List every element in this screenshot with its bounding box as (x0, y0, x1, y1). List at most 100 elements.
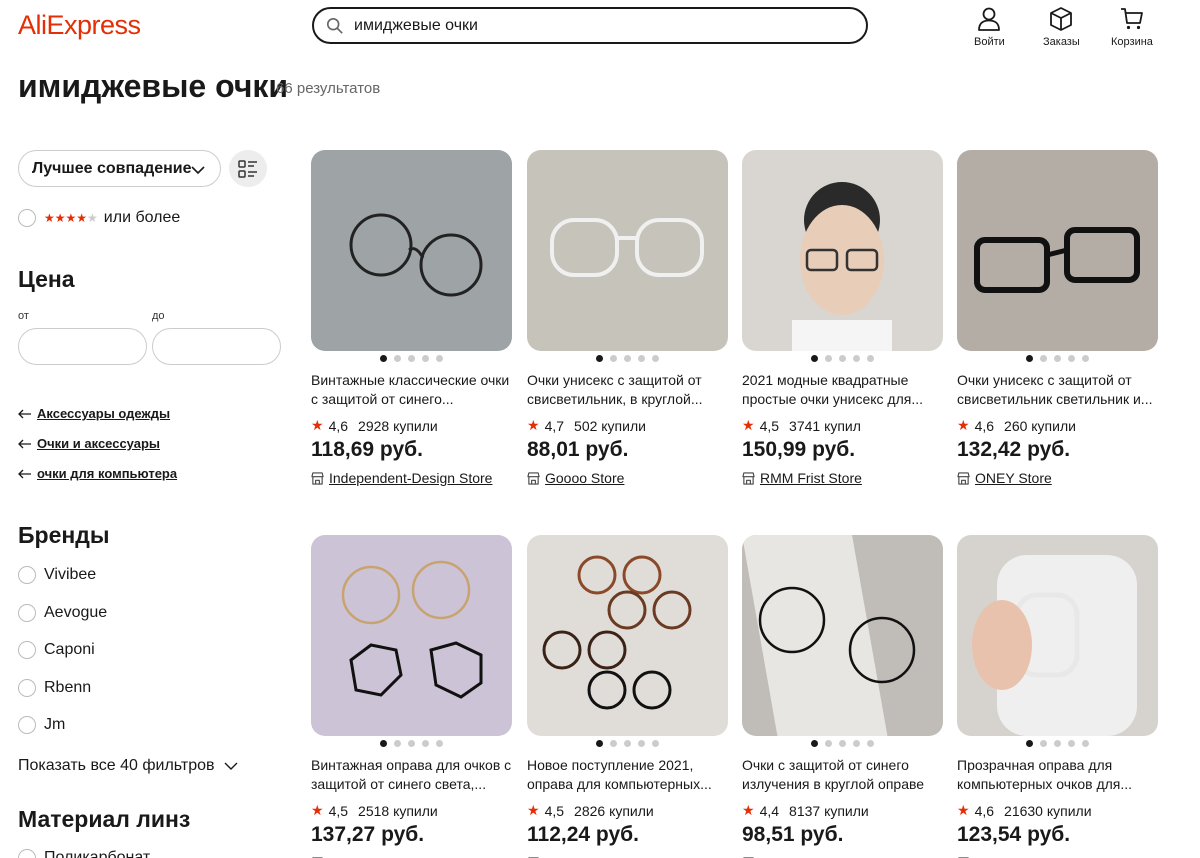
product-rating: 4,6 (328, 417, 349, 434)
product-image[interactable] (311, 535, 512, 736)
store-name: Independent-Design Store (329, 470, 493, 486)
product-image[interactable] (311, 150, 512, 351)
brand-label: Rbenn (44, 679, 92, 696)
brand-label: Caponi (44, 641, 95, 658)
arrow-left-icon (18, 469, 31, 478)
product-card[interactable]: Винтажная оправа для очков с защитой от … (311, 535, 512, 858)
cart-label: Корзина (1111, 36, 1153, 48)
product-card[interactable]: 2021 модные квадратные простые очки унис… (742, 150, 943, 486)
product-image[interactable] (957, 150, 1158, 351)
store-link[interactable]: RMM Frist Store (742, 470, 943, 486)
brand-filter-item[interactable]: Rbenn (18, 679, 91, 697)
product-meta: ★ 4,5 2826 купили (527, 802, 728, 819)
product-sold-count: 2826 купили (574, 802, 654, 819)
image-carousel-dots[interactable] (957, 355, 1158, 363)
show-all-filters-button[interactable]: Показать все 40 фильтров (18, 757, 239, 775)
product-title[interactable]: 2021 модные квадратные простые очки унис… (742, 371, 943, 409)
lens-checkbox[interactable] (18, 849, 36, 858)
product-card[interactable]: Очки с защитой от синего излучения в кру… (742, 535, 943, 858)
brand-filter-item[interactable]: Caponi (18, 641, 95, 659)
sort-dropdown[interactable]: Лучшее совпадение (18, 150, 221, 187)
price-to-input[interactable] (152, 328, 281, 365)
store-icon (527, 471, 540, 485)
category-link[interactable]: Очки и аксессуары (18, 436, 160, 451)
sort-label: Лучшее совпадение (32, 159, 192, 177)
product-image[interactable] (957, 535, 1158, 736)
price-from-input[interactable] (18, 328, 147, 365)
image-carousel-dots[interactable] (527, 740, 728, 748)
product-price: 123,54 руб. (957, 823, 1071, 846)
product-image[interactable] (527, 535, 728, 736)
store-icon (742, 471, 755, 485)
image-carousel-dots[interactable] (311, 740, 512, 748)
rating-checkbox[interactable] (18, 209, 36, 227)
chevron-down-icon (224, 762, 238, 770)
star-icon: ★ (527, 802, 540, 818)
store-link[interactable]: Independent-Design Store (311, 470, 512, 486)
category-link[interactable]: очки для компьютера (18, 466, 177, 481)
brand-filter-item[interactable]: Vivibee (18, 566, 96, 584)
image-carousel-dots[interactable] (742, 355, 943, 363)
brand-filter-item[interactable]: Aevogue (18, 604, 107, 622)
orders-button[interactable]: Заказы (1043, 6, 1080, 48)
brand-checkbox[interactable] (18, 641, 36, 659)
product-title[interactable]: Новое поступление 2021, оправа для компь… (527, 756, 728, 794)
view-toggle-button[interactable] (229, 150, 267, 187)
product-image[interactable] (742, 535, 943, 736)
brand-checkbox[interactable] (18, 604, 36, 622)
login-button[interactable]: Войти (974, 6, 1005, 48)
store-name: RMM Frist Store (760, 470, 862, 486)
category-label: Аксессуары одежды (37, 406, 171, 421)
search-icon (326, 17, 343, 34)
product-image[interactable] (742, 150, 943, 351)
product-sold-count: 502 купили (574, 417, 646, 434)
box-icon (1050, 7, 1073, 31)
product-sold-count: 2518 купили (358, 802, 438, 819)
brand-filter-item[interactable]: Jm (18, 716, 65, 734)
arrow-left-icon (18, 409, 31, 418)
product-rating: 4,4 (759, 802, 780, 819)
product-title[interactable]: Прозрачная оправа для компьютерных очков… (957, 756, 1158, 794)
store-icon (311, 471, 324, 485)
product-card[interactable]: Новое поступление 2021, оправа для компь… (527, 535, 728, 858)
product-price: 112,24 руб. (527, 823, 639, 846)
product-card[interactable]: Очки унисекс с защитой от свисветильник … (957, 150, 1158, 486)
product-sold-count: 3741 купил (789, 417, 861, 434)
orders-label: Заказы (1043, 36, 1080, 48)
lens-filter-item[interactable]: Поликарбонат (18, 849, 150, 858)
cart-button[interactable]: Корзина (1111, 6, 1153, 48)
product-card[interactable]: Винтажные классические очки с защитой от… (311, 150, 512, 486)
chevron-down-icon (191, 166, 205, 175)
image-carousel-dots[interactable] (311, 355, 512, 363)
brand-checkbox[interactable] (18, 566, 36, 584)
product-price: 118,69 руб. (311, 438, 423, 461)
product-rating: 4,5 (328, 802, 349, 819)
product-rating: 4,7 (544, 417, 565, 434)
product-title[interactable]: Винтажные классические очки с защитой от… (311, 371, 512, 409)
aliexpress-logo[interactable]: AliExpress (18, 10, 141, 41)
category-link[interactable]: Аксессуары одежды (18, 406, 170, 421)
store-link[interactable]: ONEY Store (957, 470, 1158, 486)
image-carousel-dots[interactable] (527, 355, 728, 363)
product-title[interactable]: Очки унисекс с защитой от свисветильник … (957, 371, 1158, 409)
user-icon (978, 7, 1001, 31)
product-card[interactable]: Прозрачная оправа для компьютерных очков… (957, 535, 1158, 858)
search-bar[interactable] (312, 7, 868, 44)
star-icon: ★ (742, 802, 755, 818)
search-input[interactable] (354, 16, 834, 35)
rating-filter[interactable]: ★★★★★ или более (18, 209, 180, 227)
price-from-label: от (18, 310, 29, 322)
store-link[interactable]: Goooo Store (527, 470, 728, 486)
image-carousel-dots[interactable] (957, 740, 1158, 748)
product-image[interactable] (527, 150, 728, 351)
product-price: 88,01 руб. (527, 438, 629, 461)
brand-checkbox[interactable] (18, 679, 36, 697)
product-title[interactable]: Очки унисекс с защитой от свисветильник,… (527, 371, 728, 409)
price-to-label: до (152, 310, 165, 322)
brand-checkbox[interactable] (18, 716, 36, 734)
product-title[interactable]: Очки с защитой от синего излучения в кру… (742, 756, 943, 794)
product-title[interactable]: Винтажная оправа для очков с защитой от … (311, 756, 512, 794)
image-carousel-dots[interactable] (742, 740, 943, 748)
product-card[interactable]: Очки унисекс с защитой от свисветильник,… (527, 150, 728, 486)
star-icon: ★ (742, 417, 755, 433)
